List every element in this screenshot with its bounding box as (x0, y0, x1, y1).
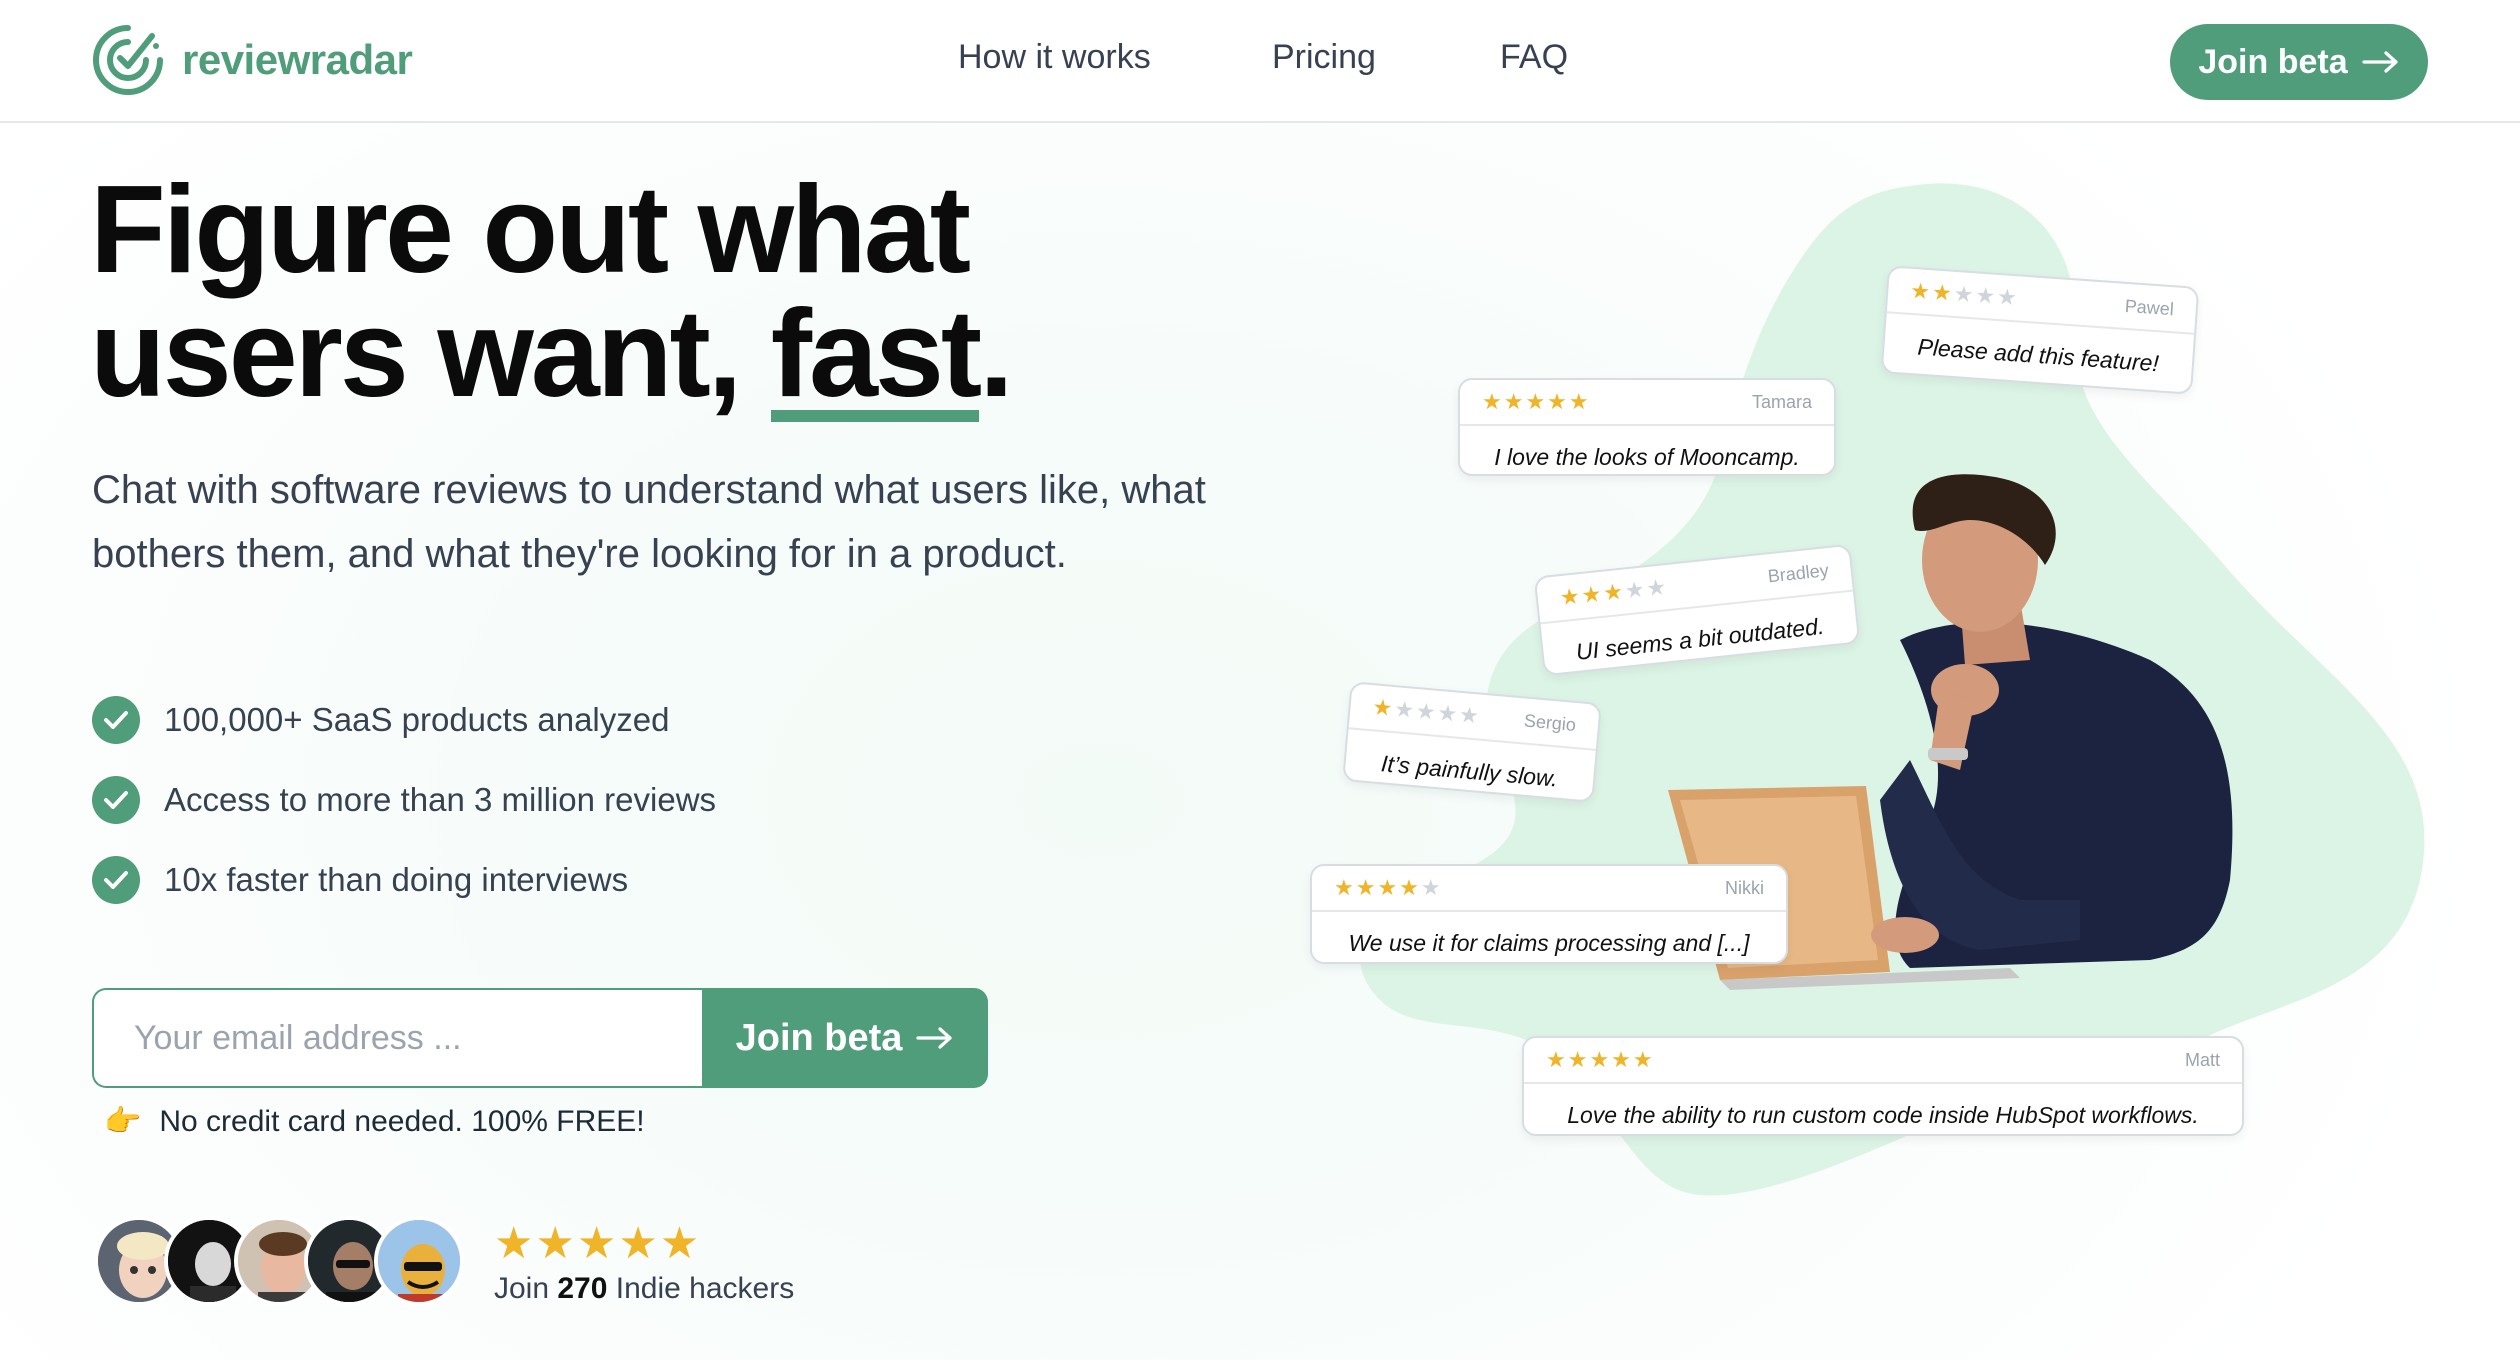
indie-hacker-count: 270 (557, 1272, 608, 1305)
review-card: ★★★★★ Bradley UI seems a bit outdated. (1533, 543, 1861, 677)
feature-text: 10x faster than doing interviews (164, 861, 629, 898)
review-author: Matt (2184, 1049, 2220, 1070)
review-author: Tamara (1751, 391, 1812, 412)
avatar (374, 1216, 464, 1306)
feature-list: 100,000+ SaaS products analyzed Access t… (92, 680, 716, 920)
social-text: Join 270 Indie hackers (494, 1272, 794, 1306)
rating-stars: ★★★★★ (1546, 1047, 1655, 1072)
hero-title-line1: Figure out what (90, 161, 971, 299)
hero-title-line2: users want, (90, 285, 771, 423)
logo-text: reviewradar (182, 36, 413, 83)
check-circle-icon (92, 696, 140, 744)
arrow-right-icon (916, 1027, 953, 1049)
person-thinking (1871, 474, 2233, 968)
radar-check-icon (93, 25, 163, 95)
rating-stars: ★★★★★ (1334, 875, 1443, 900)
rating-stars: ★★★★★ (1558, 573, 1670, 611)
social-text-suffix: Indie hackers (607, 1272, 795, 1305)
review-card: ★★★★★ Sergio It’s painfully slow. (1342, 681, 1602, 803)
page: reviewradar How it works Pricing FAQ Joi… (0, 0, 2520, 1360)
note-text: No credit card needed. 100% FREE! (159, 1104, 645, 1138)
arrow-right-icon (2362, 51, 2398, 73)
check-circle-icon (92, 856, 140, 904)
feature-text: Access to more than 3 million reviews (164, 781, 717, 818)
social-rating: ★★★★★ Join 270 Indie hackers (494, 1222, 794, 1306)
nav-how-it-works[interactable]: How it works (958, 38, 1151, 77)
hero-title: Figure out what users want, fast. (90, 168, 1240, 423)
hero-subtitle: Chat with software reviews to understand… (92, 468, 1206, 576)
review-card: ★★★★★ Matt Love the ability to run custo… (1522, 1036, 2244, 1136)
social-text-prefix: Join (494, 1272, 558, 1305)
signup-form: Join beta (92, 988, 988, 1088)
rating-stars: ★★★★★ (1482, 389, 1591, 414)
header-join-beta-button[interactable]: Join beta (2170, 24, 2428, 100)
rating-stars: ★★★★★ (1371, 694, 1482, 729)
header-join-beta-label: Join beta (2198, 42, 2348, 81)
review-card: ★★★★★ Tamara I love the looks of Mooncam… (1458, 378, 1836, 476)
feature-text: 100,000+ SaaS products analyzed (164, 701, 670, 738)
pointing-hand-icon: 👉 (104, 1105, 142, 1138)
join-beta-label: Join beta (735, 1016, 903, 1059)
review-text: We use it for claims processing and [...… (1348, 930, 1750, 956)
review-card-header: ★★★★★ Matt (1524, 1038, 2242, 1084)
feature-item: Access to more than 3 million reviews (92, 760, 716, 840)
review-card: ★★★★★ Pawel Please add this feature! (1880, 265, 2200, 395)
hero-title-highlight: fast (770, 285, 982, 423)
review-card-header: ★★★★★ Nikki (1312, 866, 1786, 912)
check-circle-icon (92, 776, 140, 824)
review-author: Pawel (2124, 295, 2175, 319)
email-input[interactable] (92, 988, 702, 1088)
logo[interactable]: reviewradar (90, 22, 413, 98)
feature-item: 10x faster than doing interviews (92, 840, 716, 920)
nav-pricing[interactable]: Pricing (1272, 38, 1376, 77)
feature-item: 100,000+ SaaS products analyzed (92, 680, 716, 760)
review-author: Bradley (1766, 559, 1830, 586)
review-author: Sergio (1523, 709, 1577, 735)
no-credit-card-note: 👉 No credit card needed. 100% FREE! (104, 1104, 645, 1139)
review-text: I love the looks of Mooncamp. (1494, 444, 1800, 470)
rating-stars: ★★★★★ (1909, 277, 2020, 311)
review-card-header: ★★★★★ Tamara (1460, 380, 1834, 426)
review-author: Nikki (1725, 877, 1764, 898)
site-header: reviewradar How it works Pricing FAQ Joi… (0, 0, 2520, 123)
hero-title-period: . (979, 285, 1013, 423)
rating-stars: ★★★★★ (494, 1219, 702, 1268)
review-card: ★★★★★ Nikki We use it for claims process… (1310, 864, 1788, 964)
review-text: Love the ability to run custom code insi… (1567, 1102, 2199, 1128)
join-beta-button[interactable]: Join beta (702, 988, 988, 1088)
nav-faq[interactable]: FAQ (1500, 38, 1568, 77)
